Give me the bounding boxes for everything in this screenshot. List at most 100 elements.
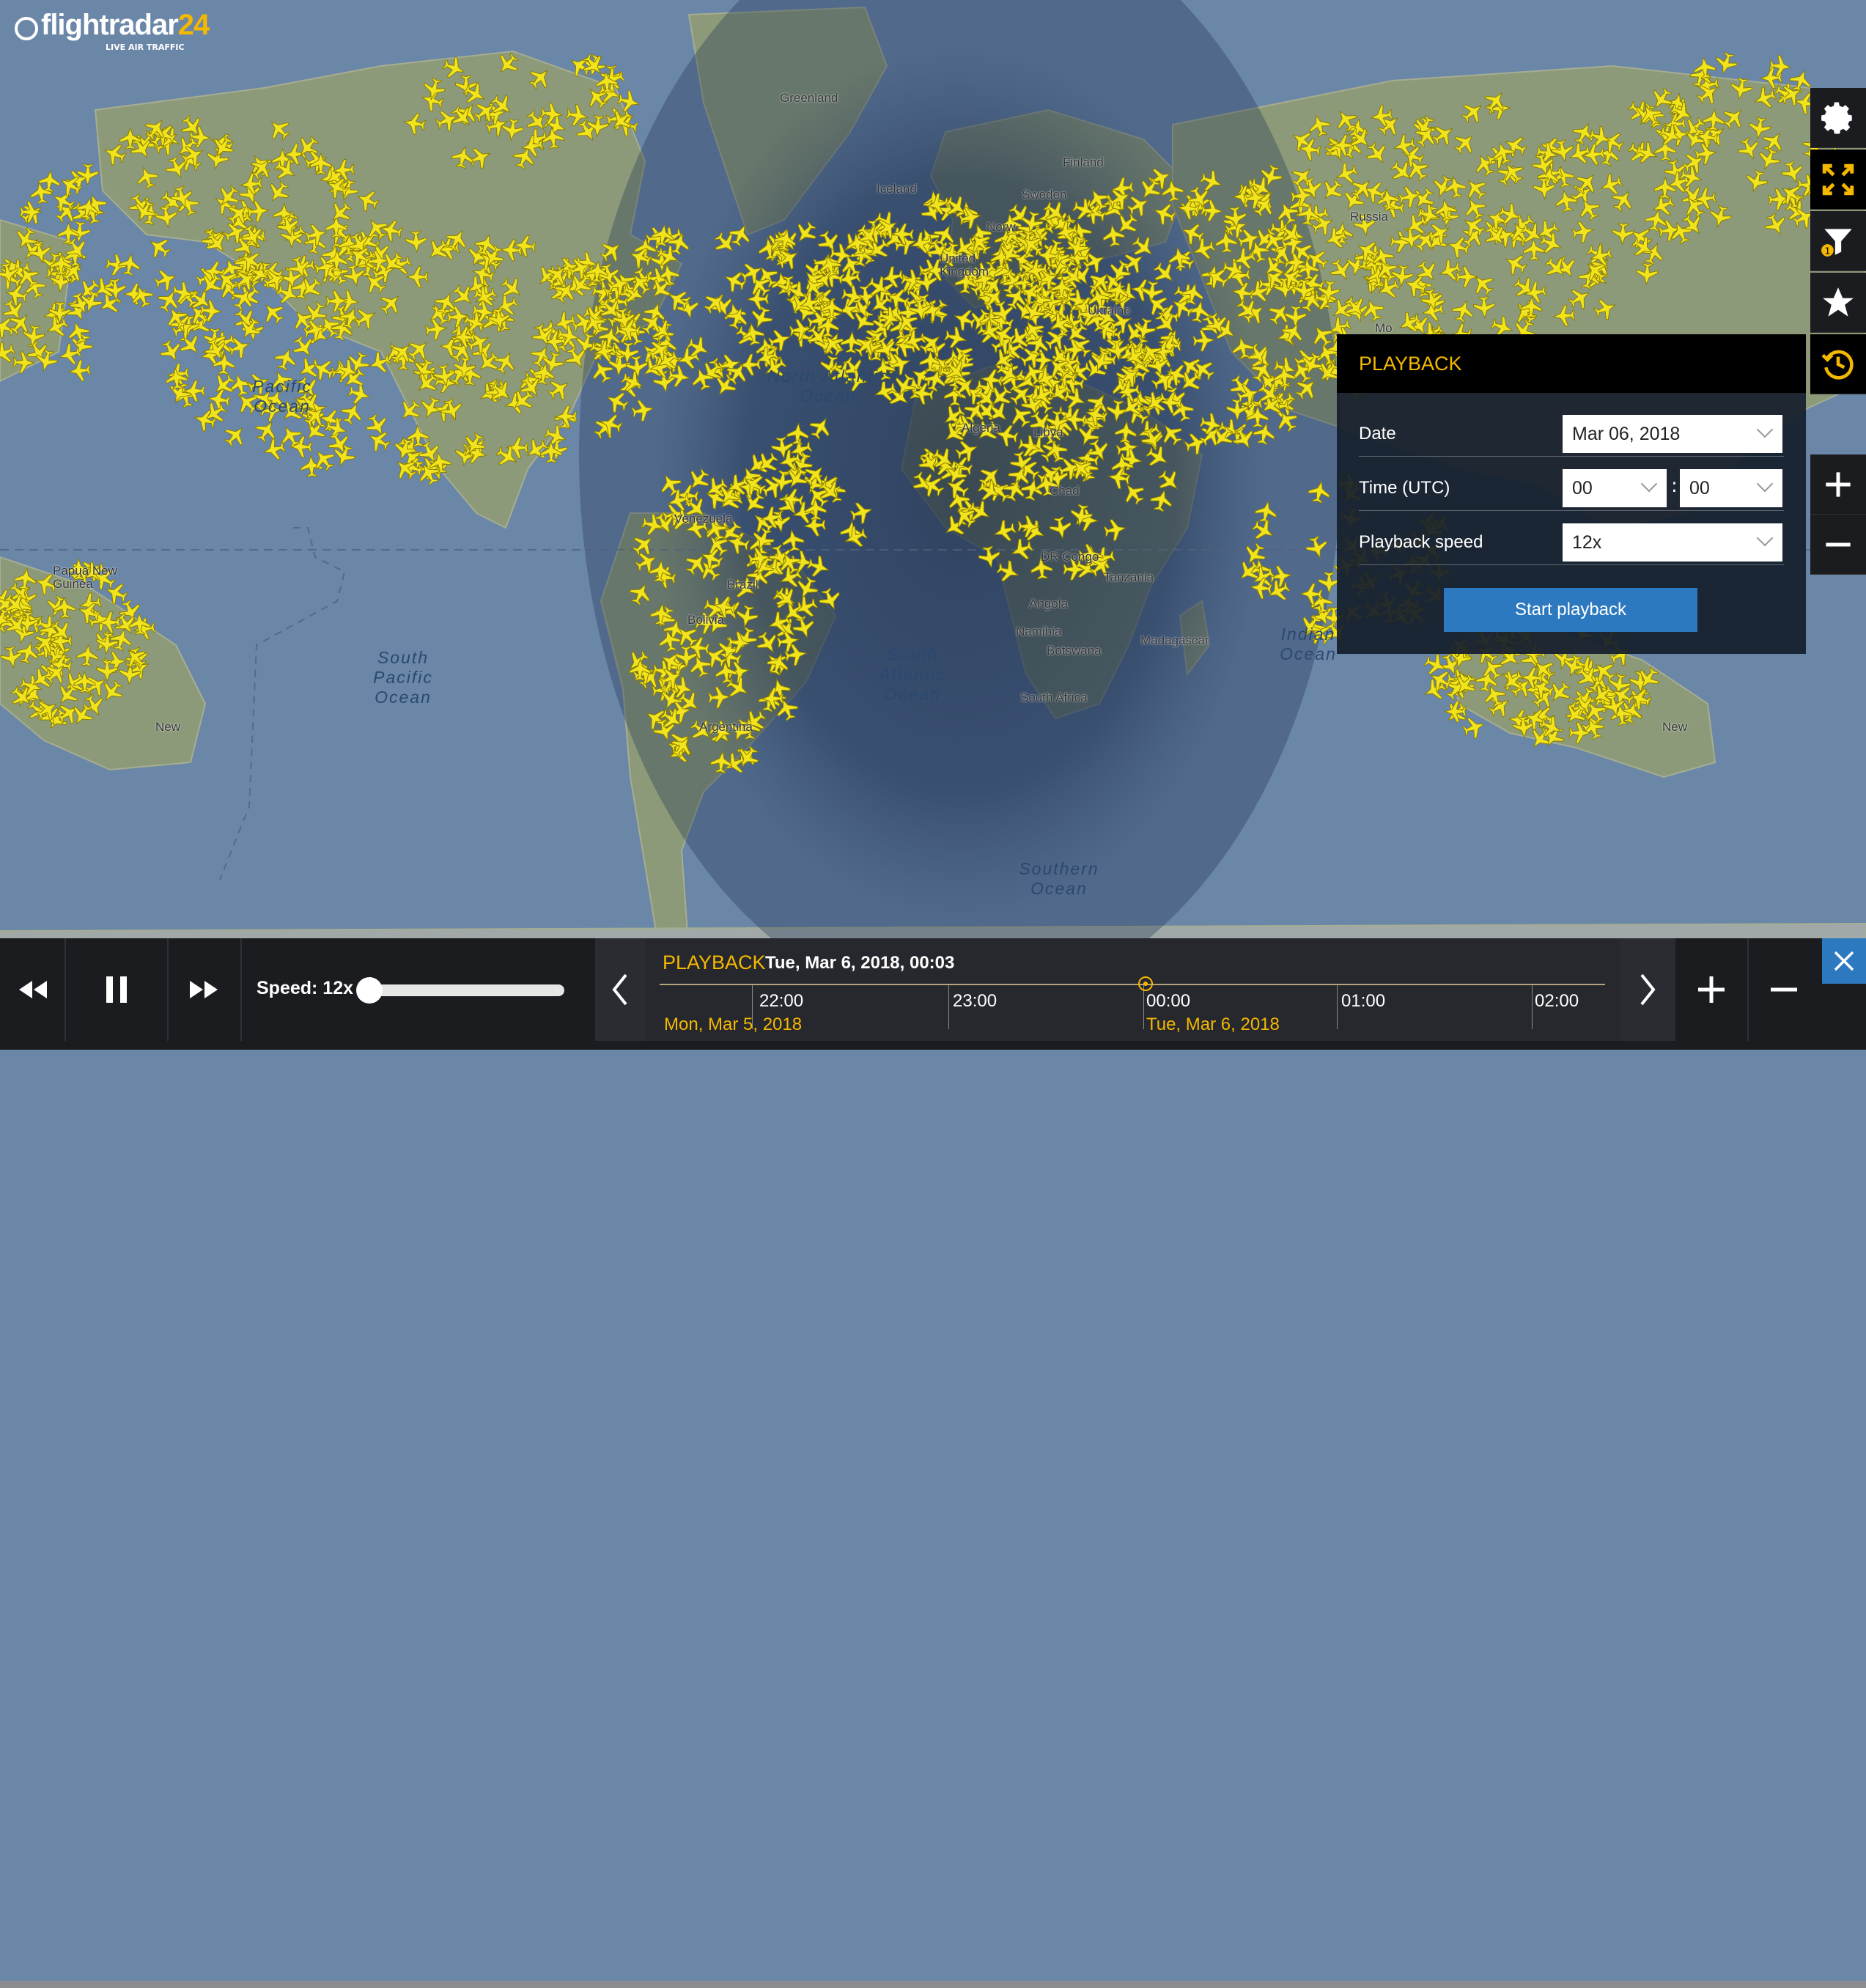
speed-slider-track[interactable] bbox=[369, 984, 564, 996]
map-label-new-zealand-2: New bbox=[1662, 720, 1688, 734]
map-label-tanzania: Tanzania bbox=[1104, 570, 1154, 584]
map-label-argentina: Argentina bbox=[699, 720, 753, 734]
map-label-brazil: Brazil bbox=[727, 578, 759, 592]
chevron-down-icon bbox=[1756, 529, 1774, 547]
chevron-left-icon bbox=[612, 973, 627, 1006]
playback-button[interactable] bbox=[1810, 334, 1866, 394]
timeline-next-button[interactable] bbox=[1620, 938, 1675, 1041]
timeline-day-left: Mon, Mar 5, 2018 bbox=[664, 1015, 803, 1034]
map-label-venezuela: Venezuela bbox=[674, 512, 733, 526]
time-label: Time (UTC) bbox=[1359, 478, 1450, 498]
playback-icon bbox=[1821, 350, 1854, 380]
map-label-angola: Angola bbox=[1029, 597, 1068, 611]
filter-icon: 1 bbox=[1821, 228, 1852, 257]
ocean-label-pacific: Pacific Ocean bbox=[252, 377, 312, 416]
timeline-tick-label: 02:00 bbox=[1535, 991, 1579, 1011]
timeline-zoom-out-button[interactable] bbox=[1749, 938, 1819, 1041]
filter-badge: 1 bbox=[1824, 245, 1830, 256]
map-label-botswana: Botswana bbox=[1047, 644, 1102, 658]
timeline-day-right: Tue, Mar 6, 2018 bbox=[1146, 1015, 1280, 1034]
chevron-down-icon bbox=[1640, 475, 1658, 493]
time-separator: : bbox=[1671, 475, 1678, 497]
pause-icon bbox=[106, 976, 127, 1003]
speed-label: Speed: 12x bbox=[257, 978, 354, 998]
timeline-prev-button[interactable] bbox=[595, 938, 645, 1041]
rewind-button[interactable] bbox=[0, 938, 64, 1041]
plus-icon bbox=[1698, 976, 1725, 1003]
favorites-button[interactable] bbox=[1810, 273, 1866, 333]
timeline-position-marker[interactable] bbox=[1138, 976, 1153, 991]
map-label-namibia: Namibia bbox=[1016, 625, 1062, 638]
playback-speed-value: 12x bbox=[1572, 531, 1602, 553]
map-label-libya: Libya bbox=[1033, 425, 1063, 439]
map-label-russia: Russia bbox=[1350, 210, 1388, 224]
map-label-south-africa: South Africa bbox=[1020, 691, 1088, 704]
map-label-papua-new-guinea: Papua New Guinea bbox=[53, 564, 117, 591]
ocean-label-south-atlantic: South Atlantic Ocean bbox=[879, 645, 946, 704]
fast-forward-icon bbox=[190, 981, 218, 998]
ocean-label-indian: Indian Ocean bbox=[1280, 625, 1337, 663]
map-label-finland: Finland bbox=[1063, 155, 1104, 169]
ocean-label-north-atlantic: North Atlantic Ocean bbox=[767, 367, 889, 405]
map-label-new-zealand: New bbox=[155, 720, 181, 734]
minus-icon bbox=[1771, 987, 1797, 992]
pause-button[interactable] bbox=[66, 938, 167, 1041]
map-label-bolivia: Bolivia bbox=[687, 613, 725, 627]
start-playback-button[interactable]: Start playback bbox=[1444, 588, 1697, 632]
fullscreen-icon bbox=[1822, 163, 1854, 195]
zoom-out-button[interactable] bbox=[1810, 515, 1866, 575]
zoom-in-button[interactable] bbox=[1810, 454, 1866, 515]
map-label-ukraine: Ukraine bbox=[1088, 303, 1131, 317]
gear-icon bbox=[1821, 102, 1852, 133]
hour-value: 00 bbox=[1572, 477, 1593, 498]
map-label-mo: Mo bbox=[1375, 321, 1393, 335]
fullscreen-button[interactable] bbox=[1810, 150, 1866, 210]
playback-panel: PLAYBACK Date Mar 06, 2018 Time (UTC) 00… bbox=[1337, 334, 1806, 654]
filter-button[interactable]: 1 bbox=[1810, 211, 1866, 271]
logo-brand-number: 24 bbox=[177, 9, 210, 41]
map-label-united-kingdom: United Kingdom bbox=[940, 251, 989, 279]
logo-brand-text: flightradar bbox=[41, 9, 179, 41]
flightradar24-logo[interactable]: flightradar24 LIVE AIR TRAFFIC bbox=[15, 9, 210, 52]
map-label-iceland: Iceland bbox=[877, 182, 917, 196]
date-label: Date bbox=[1359, 424, 1396, 443]
map-label-greenland: Greenland bbox=[780, 91, 838, 105]
minute-value: 00 bbox=[1689, 477, 1710, 498]
chevron-down-icon bbox=[1756, 475, 1774, 493]
rewind-icon bbox=[19, 981, 47, 998]
close-playback-button[interactable] bbox=[1822, 938, 1866, 984]
ocean-label-southern: Southern Ocean bbox=[1019, 859, 1099, 898]
date-value: Mar 06, 2018 bbox=[1572, 423, 1681, 444]
playback-speed-label: Playback speed bbox=[1359, 532, 1483, 552]
timeline-current-time: Tue, Mar 6, 2018, 00:03 bbox=[765, 953, 955, 973]
hour-select[interactable]: 00 bbox=[1563, 469, 1667, 507]
timeline-title: PLAYBACK bbox=[663, 951, 766, 973]
chevron-right-icon bbox=[1640, 973, 1656, 1006]
close-icon bbox=[1834, 951, 1854, 971]
star-icon bbox=[1823, 287, 1854, 317]
playback-controls-bar: Speed: 12x PLAYBACK Tue, Mar 6, 2018, 00… bbox=[0, 938, 1866, 1988]
ocean-label-south-pacific: South Pacific Ocean bbox=[373, 648, 433, 707]
zoom-in-icon bbox=[1826, 471, 1851, 497]
timeline-tick-label: 23:00 bbox=[953, 991, 997, 1011]
settings-button[interactable] bbox=[1810, 88, 1866, 148]
minute-select[interactable]: 00 bbox=[1680, 469, 1782, 507]
chevron-down-icon bbox=[1756, 421, 1774, 438]
map-label-sweden: Sweden bbox=[1022, 188, 1067, 202]
bottom-strip bbox=[0, 1981, 1866, 1988]
logo-tagline: LIVE AIR TRAFFIC bbox=[106, 43, 185, 52]
playback-timeline[interactable]: PLAYBACK Tue, Mar 6, 2018, 00:03 22:00 2… bbox=[645, 938, 1620, 1041]
map-label-algeria: Algeria bbox=[962, 421, 1000, 435]
logo-radar-icon bbox=[15, 16, 38, 40]
playback-speed-select[interactable]: 12x bbox=[1563, 523, 1782, 562]
map-label-norway: Norw bbox=[987, 220, 1016, 234]
speed-slider-knob[interactable] bbox=[356, 977, 383, 1004]
date-select[interactable]: Mar 06, 2018 bbox=[1563, 415, 1782, 453]
zoom-out-icon bbox=[1826, 542, 1851, 546]
map-label-chad: Chad bbox=[1050, 484, 1080, 498]
map-label-madagascar: Madagascar bbox=[1140, 633, 1209, 647]
playback-panel-title: PLAYBACK bbox=[1337, 334, 1806, 393]
timeline-zoom-in-button[interactable] bbox=[1675, 938, 1747, 1041]
fast-forward-button[interactable] bbox=[169, 938, 240, 1041]
timeline-tick-label: 22:00 bbox=[759, 991, 804, 1011]
